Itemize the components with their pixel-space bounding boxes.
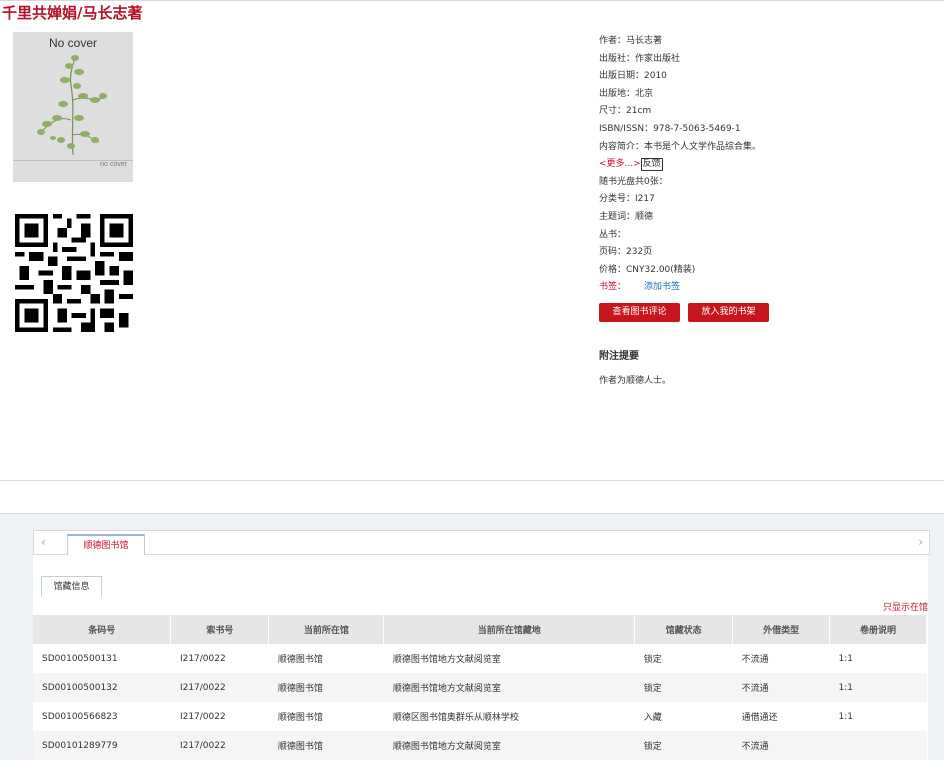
holdings-content: 馆藏信息 只显示在馆 条码号 索书号 当前所在馆 当前所在馆藏地 馆藏状态 外借…	[33, 555, 928, 760]
table-row: SD00100500132 I217/0022 顺德图书馆 顺德图书馆地方文献阅…	[33, 673, 927, 702]
add-bookmark-link[interactable]: 添加书签	[644, 282, 680, 292]
holdings-table: 条码号 索书号 当前所在馆 当前所在馆藏地 馆藏状态 外借类型 卷册说明 SD0…	[33, 615, 927, 760]
cell-barcode: SD00100500132	[33, 673, 171, 702]
tab-holdings-info[interactable]: 馆藏信息	[41, 576, 102, 597]
notes-heading: 附注提要	[599, 351, 639, 362]
cell-loan-type: 通借通还	[741, 713, 778, 723]
feedback-button[interactable]: 反馈	[640, 158, 663, 172]
book-cover: No cover no cover	[13, 32, 133, 182]
cell-status: 入藏	[643, 713, 662, 723]
only-in-library-link[interactable]: 只显示在馆	[883, 600, 928, 613]
cell-call-number: I217/0022	[179, 653, 226, 664]
header-call-number[interactable]: 索书号	[170, 615, 270, 644]
tab-library[interactable]: 顺德图书馆	[67, 534, 145, 556]
cell-status: 锁定	[634, 731, 733, 760]
table-header-row: 条码号 索书号 当前所在馆 当前所在馆藏地 馆藏状态 外借类型 卷册说明	[33, 615, 927, 644]
view-reviews-button[interactable]: 查看图书评论	[599, 303, 680, 322]
info-author: 作者：马长志著	[599, 36, 663, 46]
info-pub-place: 出版地：北京	[599, 88, 654, 99]
cell-loan-type: 不流通	[732, 731, 830, 760]
info-pages: 页码：232页	[599, 247, 653, 258]
book-info: 作者：马长志著 出版社：作家出版社 出版日期：2010 出版地：北京 尺寸：21…	[599, 33, 761, 297]
header-barcode[interactable]: 条码号	[33, 615, 172, 644]
cell-loan-type: 不流通	[741, 655, 769, 665]
header-location[interactable]: 当前所在馆藏地	[383, 615, 636, 644]
table-row: SD00101289779 I217/0022 顺德图书馆 顺德图书馆地方文献阅…	[33, 731, 927, 760]
cell-loan-type: 不流通	[732, 673, 830, 702]
info-isbn: ISBN/ISSN：978-7-5063-5469-1	[599, 123, 741, 134]
cell-volume: 1:1	[829, 673, 927, 702]
cell-library: 顺德图书馆	[277, 713, 323, 723]
book-title: 千里共婵娟/马长志著	[2, 4, 143, 22]
info-publisher: 出版社：作家出版社	[599, 53, 681, 64]
table-row: SD00100500131 I217/0022 顺德图书馆 顺德图书馆地方文献阅…	[33, 644, 927, 673]
cell-status: 锁定	[634, 673, 733, 702]
cell-call-number: I217/0022	[170, 731, 269, 760]
cell-volume	[829, 731, 927, 760]
info-series: 丛书：	[599, 229, 627, 240]
cell-barcode: SD00100566823	[42, 711, 118, 722]
library-tab-bar: ‹ 顺德图书馆 ›	[33, 530, 930, 556]
more-link[interactable]: <更多...>	[599, 159, 641, 169]
cell-call-number: I217/0022	[179, 711, 226, 722]
qr-code-icon	[15, 214, 133, 332]
bookmark-row: 书签： 添加书签	[599, 279, 761, 297]
cell-barcode: SD00101289779	[33, 731, 171, 760]
table-row: SD00100566823 I217/0022 顺德图书馆 顺德区图书馆奥群乐从…	[33, 702, 927, 731]
top-divider	[0, 0, 944, 1]
cell-library: 顺德图书馆	[268, 731, 384, 760]
cell-location: 顺德图书馆地方文献阅览室	[383, 673, 635, 702]
info-class: 分类号：I217	[599, 194, 655, 205]
info-summary: 内容简介：本书是个人文学作品综合集。	[599, 141, 762, 152]
info-price: 价格：CNY32.00(精装)	[599, 264, 696, 275]
plant-illustration	[37, 55, 107, 156]
cell-library: 顺德图书馆	[277, 655, 323, 665]
info-size: 尺寸：21cm	[599, 106, 652, 117]
cell-call-number: I217/0022	[170, 673, 269, 702]
cell-location: 顺德图书馆地方文献阅览室	[383, 731, 635, 760]
cell-location: 顺德图书馆地方文献阅览室	[392, 655, 501, 665]
header-status[interactable]: 馆藏状态	[634, 615, 734, 644]
header-library[interactable]: 当前所在馆	[268, 615, 385, 644]
cover-small-label: no cover	[100, 161, 127, 168]
tab-scroll-left-icon[interactable]: ‹	[41, 535, 46, 549]
cell-volume: 1:1	[838, 653, 854, 664]
section-divider	[0, 480, 944, 481]
info-subject: 主题词：顺德	[599, 211, 654, 222]
bookmark-label: 书签：	[599, 282, 627, 293]
cell-volume: 1:1	[838, 711, 854, 722]
notes-text: 作者为顺德人士。	[599, 376, 672, 386]
more-row: <更多...> 反馈	[599, 156, 761, 174]
header-loan-type[interactable]: 外借类型	[732, 615, 831, 644]
cell-library: 顺德图书馆	[268, 673, 384, 702]
cell-location: 顺德区图书馆奥群乐从顺林学校	[392, 713, 519, 723]
cell-barcode: SD00100500131	[42, 653, 118, 664]
header-volume[interactable]: 卷册说明	[829, 615, 927, 644]
tab-scroll-right-icon[interactable]: ›	[918, 535, 923, 549]
add-to-shelf-button[interactable]: 放入我的书架	[688, 303, 769, 322]
cell-status: 锁定	[643, 655, 662, 665]
info-pub-date: 出版日期：2010	[599, 71, 667, 82]
info-cd: 随书光盘共0张：	[599, 176, 668, 187]
